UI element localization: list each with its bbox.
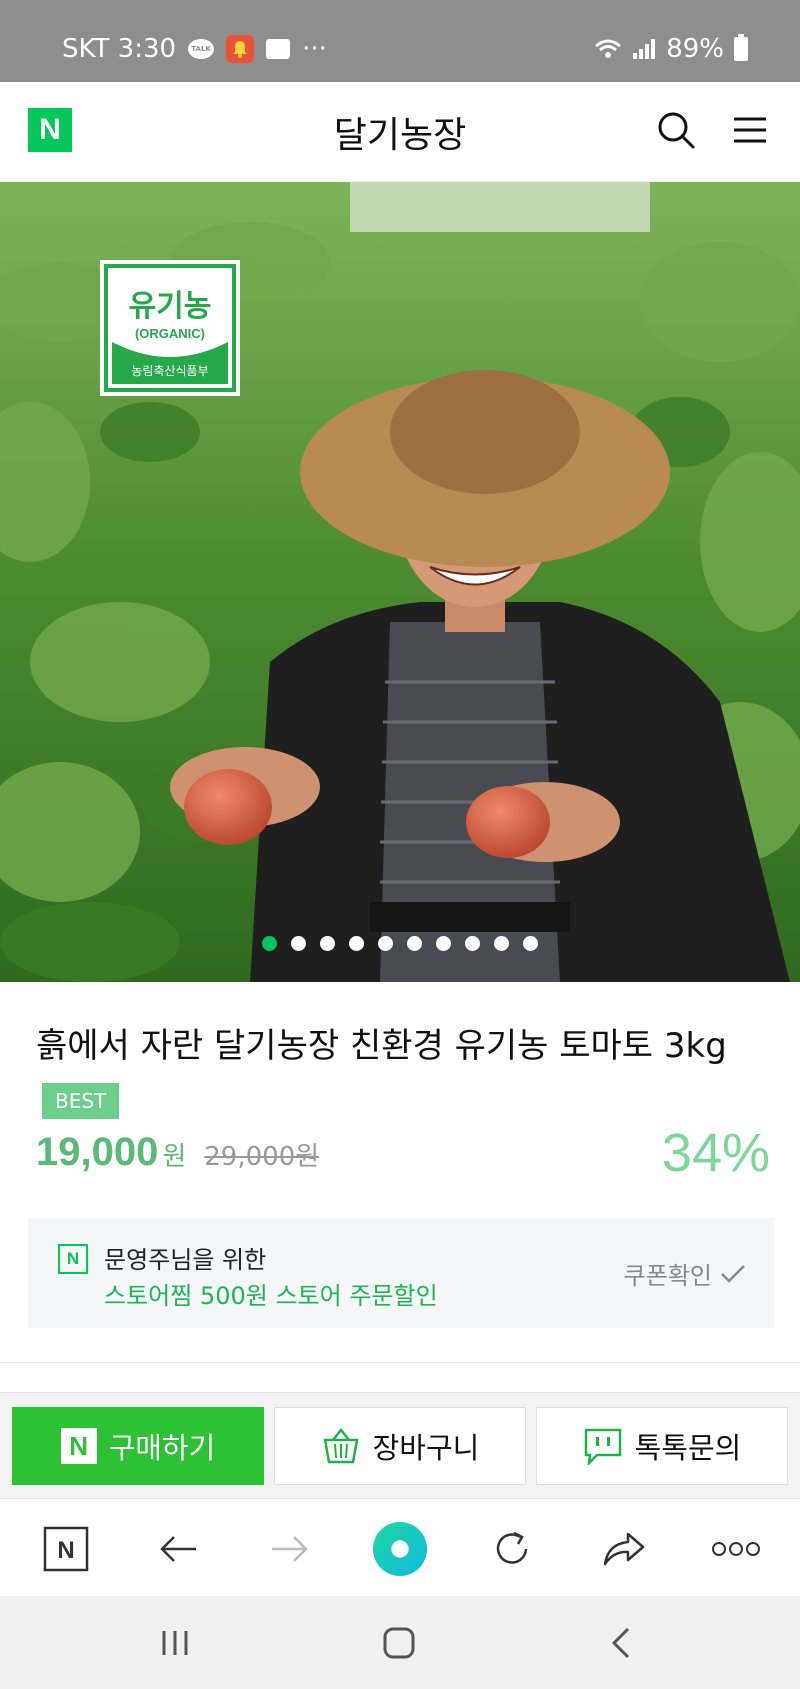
carousel-dot[interactable]	[407, 936, 422, 951]
sale-price-unit: 원	[162, 1142, 187, 1172]
sale-price: 19,000	[36, 1130, 159, 1174]
message-icon	[266, 39, 291, 59]
forward-arrow-icon[interactable]	[262, 1521, 318, 1577]
coupon-recipient: 문영주님을 위한	[104, 1246, 267, 1274]
price-row: 19,000 원 29,000원	[36, 1130, 319, 1175]
product-image-carousel[interactable]: 유기농 (ORGANIC) 농림축산식품부	[0, 182, 800, 982]
organic-badge-subtitle: (ORGANIC)	[135, 326, 205, 341]
cart-button-label: 장바구니	[372, 1431, 480, 1465]
organic-badge-title: 유기농	[129, 289, 212, 324]
organic-badge-footer: 농림축산식품부	[131, 364, 208, 378]
coupon-box[interactable]: N 문영주님을 위한 스토어찜 500원 스토어 주문할인 쿠폰확인	[28, 1218, 774, 1328]
wifi-icon	[594, 38, 622, 60]
coupon-check-button[interactable]: 쿠폰확인	[624, 1256, 746, 1291]
purchase-action-bar: N 구매하기 장바구니 톡톡문의	[0, 1392, 800, 1498]
naver-coupon-icon: N	[58, 1244, 88, 1274]
carousel-dot[interactable]	[523, 936, 538, 951]
product-photo: 유기농 (ORGANIC) 농림축산식품부	[0, 182, 800, 982]
carousel-indicator[interactable]	[262, 936, 538, 951]
more-notifications: ···	[302, 34, 327, 64]
status-left: SKT 3:30 TALK ···	[62, 34, 327, 64]
talktalk-button[interactable]: 톡톡문의	[536, 1407, 788, 1485]
more-icon[interactable]	[708, 1521, 764, 1577]
carrier-time: SKT 3:30	[62, 34, 177, 64]
status-right: 89%	[594, 34, 748, 64]
share-icon[interactable]	[596, 1521, 652, 1577]
refresh-icon[interactable]	[484, 1521, 540, 1577]
section-divider	[0, 1362, 800, 1363]
search-icon[interactable]	[656, 110, 696, 150]
browser-toolbar: N	[0, 1498, 800, 1596]
cart-button[interactable]: 장바구니	[274, 1407, 526, 1485]
back-icon[interactable]	[596, 1620, 646, 1666]
discount-rate: 34%	[661, 1123, 770, 1183]
carousel-dot[interactable]	[378, 936, 393, 951]
bell-icon	[226, 35, 255, 63]
basket-icon	[323, 1428, 359, 1464]
carousel-dot[interactable]	[291, 936, 306, 951]
status-bar: SKT 3:30 TALK ··· 89%	[0, 0, 800, 82]
checkmark-icon	[721, 1264, 745, 1283]
chat-icon	[584, 1428, 621, 1465]
home-icon[interactable]	[374, 1620, 424, 1666]
buy-button-label: 구매하기	[108, 1431, 216, 1465]
back-arrow-icon[interactable]	[150, 1521, 206, 1577]
naver-home-icon[interactable]: N	[38, 1521, 94, 1577]
carousel-dot[interactable]	[436, 936, 451, 951]
naver-pay-icon: N	[60, 1428, 97, 1464]
carousel-dot[interactable]	[262, 936, 277, 951]
original-price: 29,000원	[204, 1142, 320, 1172]
product-title-text: 흙에서 자란 달기농장 친환경 유기농 토마토 3kg	[36, 1026, 727, 1066]
organic-badge: 유기농 (ORGANIC) 농림축산식품부	[100, 260, 240, 396]
menu-icon[interactable]	[732, 114, 768, 146]
battery-level: 89%	[666, 34, 724, 64]
carousel-dot[interactable]	[465, 936, 480, 951]
signal-icon	[632, 38, 656, 60]
best-badge: BEST	[42, 1082, 120, 1119]
store-header: N 달기농장	[0, 82, 800, 182]
buy-button[interactable]: N 구매하기	[12, 1407, 264, 1485]
carousel-dot[interactable]	[494, 936, 509, 951]
system-navigation-bar	[0, 1596, 800, 1689]
coupon-check-label: 쿠폰확인	[623, 1262, 712, 1290]
coupon-offer: 스토어찜 500원 스토어 주문할인	[104, 1282, 438, 1310]
carousel-dot[interactable]	[349, 936, 364, 951]
svg-text:N: N	[57, 1537, 74, 1564]
recent-apps-icon[interactable]	[150, 1620, 200, 1666]
battery-icon	[734, 34, 748, 61]
talktalk-button-label: 톡톡문의	[634, 1431, 742, 1465]
green-dot-icon[interactable]	[372, 1521, 428, 1577]
product-title: 흙에서 자란 달기농장 친환경 유기농 토마토 3kg BEST	[36, 1018, 756, 1130]
talk-icon: TALK	[188, 39, 215, 59]
carousel-dot[interactable]	[320, 936, 335, 951]
